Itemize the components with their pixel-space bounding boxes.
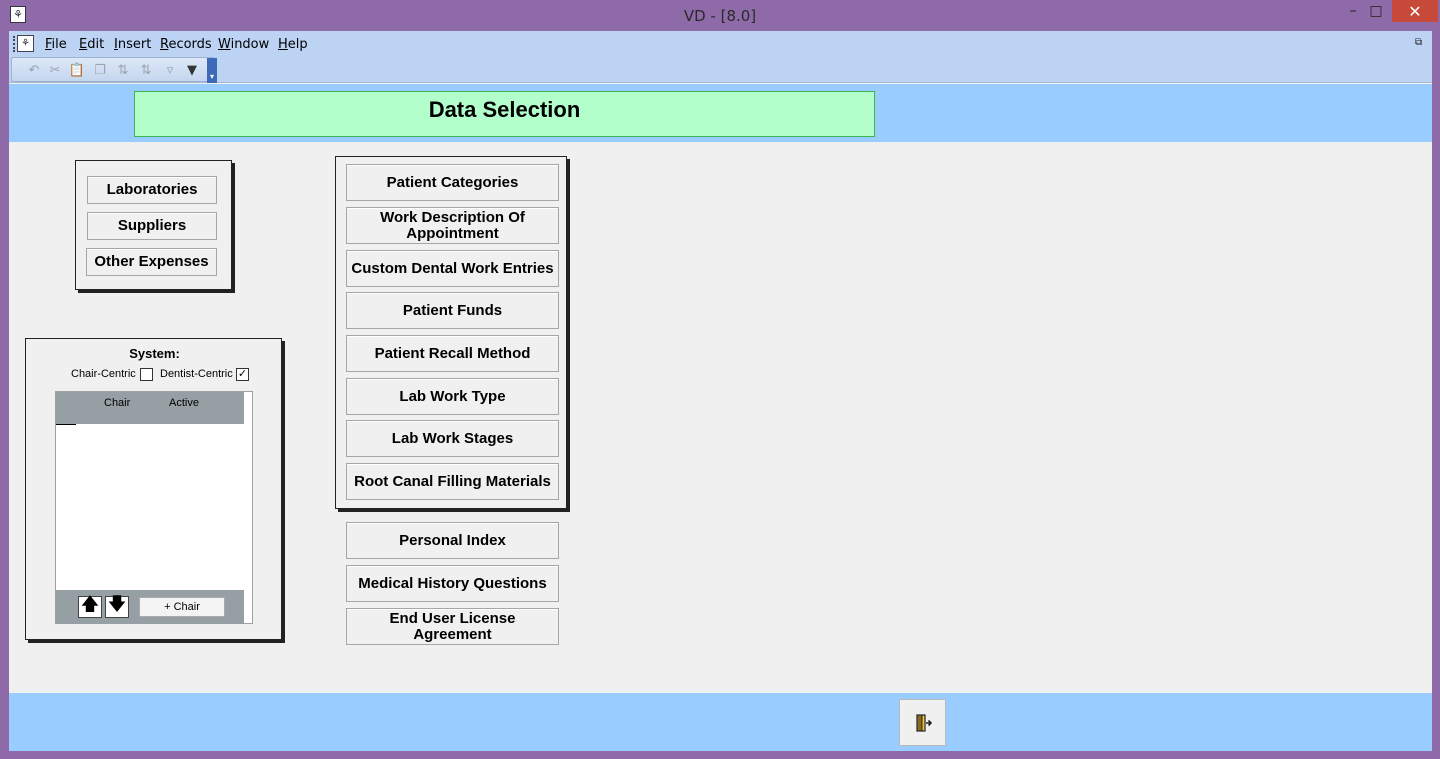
column-active[interactable]: Active: [169, 397, 199, 409]
data-tables-panel: Patient Categories Work Description Of A…: [335, 156, 567, 509]
page-title: Data Selection: [134, 91, 875, 137]
maximize-button[interactable]: □: [1361, 0, 1391, 22]
patient-funds-button[interactable]: Patient Funds: [346, 292, 559, 329]
client-area: ⚘ File Edit Insert Records Window Help ⧉…: [9, 31, 1432, 751]
window-title: VD - [8.0]: [683, 7, 757, 25]
patient-categories-button[interactable]: Patient Categories: [346, 164, 559, 201]
grid-header: Chair Active: [56, 392, 244, 424]
lab-work-type-button[interactable]: Lab Work Type: [346, 378, 559, 415]
footer-band: [9, 693, 1432, 751]
dentist-centric-label: Dentist-Centric: [160, 368, 233, 380]
other-expenses-button[interactable]: Other Expenses: [86, 248, 217, 276]
suppliers-button[interactable]: Suppliers: [87, 212, 217, 240]
sort-ascending-icon[interactable]: ⇅: [114, 61, 132, 79]
system-label: System:: [129, 346, 180, 361]
menu-edit[interactable]: Edit: [79, 37, 104, 52]
system-panel: System: Chair-Centric Dentist-Centric ✓ …: [25, 338, 282, 640]
add-chair-button[interactable]: + Chair: [139, 597, 225, 617]
close-button[interactable]: ✕: [1392, 0, 1438, 22]
eula-button[interactable]: End User License Agreement: [346, 608, 559, 645]
grid-footer: 🡅 🡇 + Chair: [56, 590, 244, 624]
paste-icon[interactable]: 📋: [68, 61, 86, 79]
patient-recall-method-button[interactable]: Patient Recall Method: [346, 335, 559, 372]
work-description-button[interactable]: Work Description Of Appointment: [346, 207, 559, 244]
lab-work-stages-button[interactable]: Lab Work Stages: [346, 420, 559, 457]
menu-help[interactable]: Help: [278, 37, 308, 52]
chair-grid[interactable]: Chair Active 🡅 🡇 + Chair: [55, 391, 253, 624]
menu-insert[interactable]: Insert: [114, 37, 151, 52]
personal-index-button[interactable]: Personal Index: [346, 522, 559, 559]
menu-records[interactable]: Records: [160, 37, 212, 52]
toolbar-strip: ↶ ✂ 📋 ❐ ⇅ ⇅ ▿ ▼ ▾: [11, 57, 217, 83]
root-canal-filling-button[interactable]: Root Canal Filling Materials: [346, 463, 559, 500]
menu-file[interactable]: File: [45, 37, 67, 52]
arrow-up-icon[interactable]: 🡅: [78, 594, 102, 618]
grip-handle[interactable]: [13, 36, 16, 52]
menu-window[interactable]: Window: [218, 37, 269, 52]
exit-door-icon: [915, 713, 932, 732]
filter-icon[interactable]: ▼: [183, 61, 201, 79]
application-window: ⚘ VD - [8.0] – □ ✕ ⚘ File Edit Insert Re…: [0, 0, 1440, 759]
undo-icon[interactable]: ↶: [25, 61, 43, 79]
toolbar: ↶ ✂ 📋 ❐ ⇅ ⇅ ▿ ▼ ▾: [9, 57, 1432, 83]
toolbar-overflow-icon[interactable]: ▾: [207, 58, 217, 83]
custom-dental-work-button[interactable]: Custom Dental Work Entries: [346, 250, 559, 287]
expenses-panel: Laboratories Suppliers Other Expenses: [75, 160, 232, 290]
menu-bar: ⚘ File Edit Insert Records Window Help ⧉: [9, 31, 1432, 57]
title-bar[interactable]: ⚘ VD - [8.0] – □ ✕: [0, 0, 1440, 31]
copy-icon[interactable]: ❐: [91, 61, 109, 79]
chair-centric-label: Chair-Centric: [71, 368, 136, 380]
medical-history-button[interactable]: Medical History Questions: [346, 565, 559, 602]
arrow-down-icon[interactable]: 🡇: [105, 594, 129, 618]
restore-child-icon[interactable]: ⧉: [1415, 37, 1422, 48]
dentist-centric-checkbox[interactable]: ✓: [236, 368, 249, 381]
laboratories-button[interactable]: Laboratories: [87, 176, 217, 204]
sort-descending-icon[interactable]: ⇅: [137, 61, 155, 79]
document-icon[interactable]: ⚘: [17, 35, 34, 52]
header-band: Data Selection: [9, 84, 1432, 142]
exit-button[interactable]: [899, 699, 946, 746]
column-chair[interactable]: Chair: [104, 397, 130, 409]
filter-by-selection-icon[interactable]: ▿: [161, 61, 179, 79]
cut-icon[interactable]: ✂: [46, 61, 64, 79]
row-selector: [56, 424, 76, 425]
chair-centric-checkbox[interactable]: [140, 368, 153, 381]
